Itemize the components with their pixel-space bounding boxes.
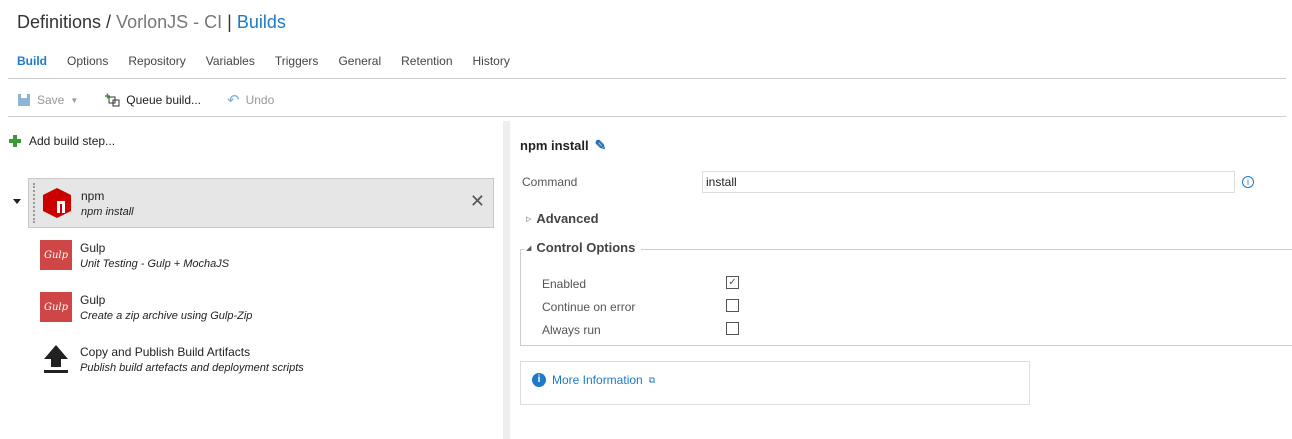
external-link-icon: ⧉ xyxy=(648,374,656,385)
step-description: Create a zip archive using Gulp-Zip xyxy=(80,309,253,322)
continue-on-error-label: Continue on error xyxy=(542,300,636,314)
continue-on-error-checkbox[interactable] xyxy=(726,299,739,312)
undo-label: Undo xyxy=(245,93,275,107)
page-title: Definitions / VorlonJS - CI | Builds xyxy=(17,12,286,33)
caret-down-icon: ◢ xyxy=(526,244,532,252)
enabled-label: Enabled xyxy=(542,277,587,291)
toolbar: Save ▼ Queue build... ↶ Undo xyxy=(17,91,274,109)
upload-icon xyxy=(40,343,72,375)
control-options-toggle[interactable]: ◢ Control Options xyxy=(524,240,642,255)
plus-icon xyxy=(9,135,21,147)
advanced-section-toggle[interactable]: ▷ Advanced xyxy=(526,211,599,226)
step-name: Gulp xyxy=(80,292,106,307)
caret-right-icon: ▷ xyxy=(526,215,532,223)
step-name: npm xyxy=(81,188,105,203)
close-icon[interactable]: ✕ xyxy=(470,191,485,212)
breadcrumb-definitions[interactable]: Definitions / xyxy=(17,12,111,32)
gulp-icon: Gulp xyxy=(40,292,72,322)
enabled-checkbox[interactable]: ✓ xyxy=(726,276,739,289)
builds-link[interactable]: Builds xyxy=(237,12,286,32)
step-name: Gulp xyxy=(80,240,106,255)
step-description: Publish build artefacts and deployment s… xyxy=(80,361,304,374)
command-label: Command xyxy=(522,175,578,189)
drag-handle[interactable] xyxy=(33,183,36,223)
more-information-link[interactable]: i More Information ⧉ xyxy=(532,373,655,387)
control-options-label: Control Options xyxy=(536,240,636,255)
info-icon: i xyxy=(532,373,546,387)
step-title: npm install ✎ xyxy=(520,137,606,154)
queue-build-icon xyxy=(105,93,120,107)
step-title-text: npm install xyxy=(520,138,589,153)
chevron-down-icon: ▼ xyxy=(70,95,79,105)
expand-caret-icon[interactable] xyxy=(13,199,21,204)
tab-repository[interactable]: Repository xyxy=(128,54,185,68)
npm-icon xyxy=(41,187,73,219)
undo-icon: ↶ xyxy=(227,92,240,109)
build-step-copy-publish[interactable]: Copy and Publish Build Artifacts Publish … xyxy=(28,334,494,384)
tab-variables[interactable]: Variables xyxy=(206,54,255,68)
step-description: Unit Testing - Gulp + MochaJS xyxy=(80,257,230,270)
gulp-icon: Gulp xyxy=(40,240,72,270)
build-step-npm[interactable]: npm npm install ✕ xyxy=(28,178,494,228)
info-icon[interactable]: i xyxy=(1242,176,1254,188)
tab-options[interactable]: Options xyxy=(67,54,108,68)
always-run-label: Always run xyxy=(542,323,601,337)
tab-build[interactable]: Build xyxy=(17,54,47,68)
separator: | xyxy=(227,12,232,32)
build-step-gulp-zip[interactable]: Gulp Gulp Create a zip archive using Gulp… xyxy=(28,282,494,332)
save-icon xyxy=(18,94,30,106)
add-build-step-label: Add build step... xyxy=(29,134,116,148)
control-options-section xyxy=(520,249,1292,346)
definition-name: VorlonJS - CI xyxy=(116,12,223,32)
queue-build-button[interactable]: Queue build... xyxy=(104,93,201,107)
queue-build-label: Queue build... xyxy=(126,93,201,107)
save-label: Save xyxy=(37,93,65,107)
add-build-step-button[interactable]: Add build step... xyxy=(9,134,115,148)
divider xyxy=(8,78,1286,79)
tab-triggers[interactable]: Triggers xyxy=(275,54,319,68)
step-description: npm install xyxy=(81,205,134,218)
pane-splitter[interactable] xyxy=(503,121,510,439)
pencil-icon[interactable]: ✎ xyxy=(595,137,607,154)
command-input[interactable]: install xyxy=(702,171,1235,193)
tab-general[interactable]: General xyxy=(338,54,381,68)
more-information-label: More Information xyxy=(552,373,643,387)
step-name: Copy and Publish Build Artifacts xyxy=(80,344,251,359)
tab-retention[interactable]: Retention xyxy=(401,54,452,68)
always-run-checkbox[interactable] xyxy=(726,322,739,335)
undo-button[interactable]: ↶ Undo xyxy=(227,91,274,109)
save-button[interactable]: Save ▼ xyxy=(17,93,78,107)
build-step-gulp[interactable]: Gulp Gulp Unit Testing - Gulp + MochaJS xyxy=(28,230,494,280)
advanced-label: Advanced xyxy=(536,211,599,226)
tab-bar: Build Options Repository Variables Trigg… xyxy=(17,54,510,68)
divider xyxy=(8,116,1286,117)
tab-history[interactable]: History xyxy=(473,54,510,68)
